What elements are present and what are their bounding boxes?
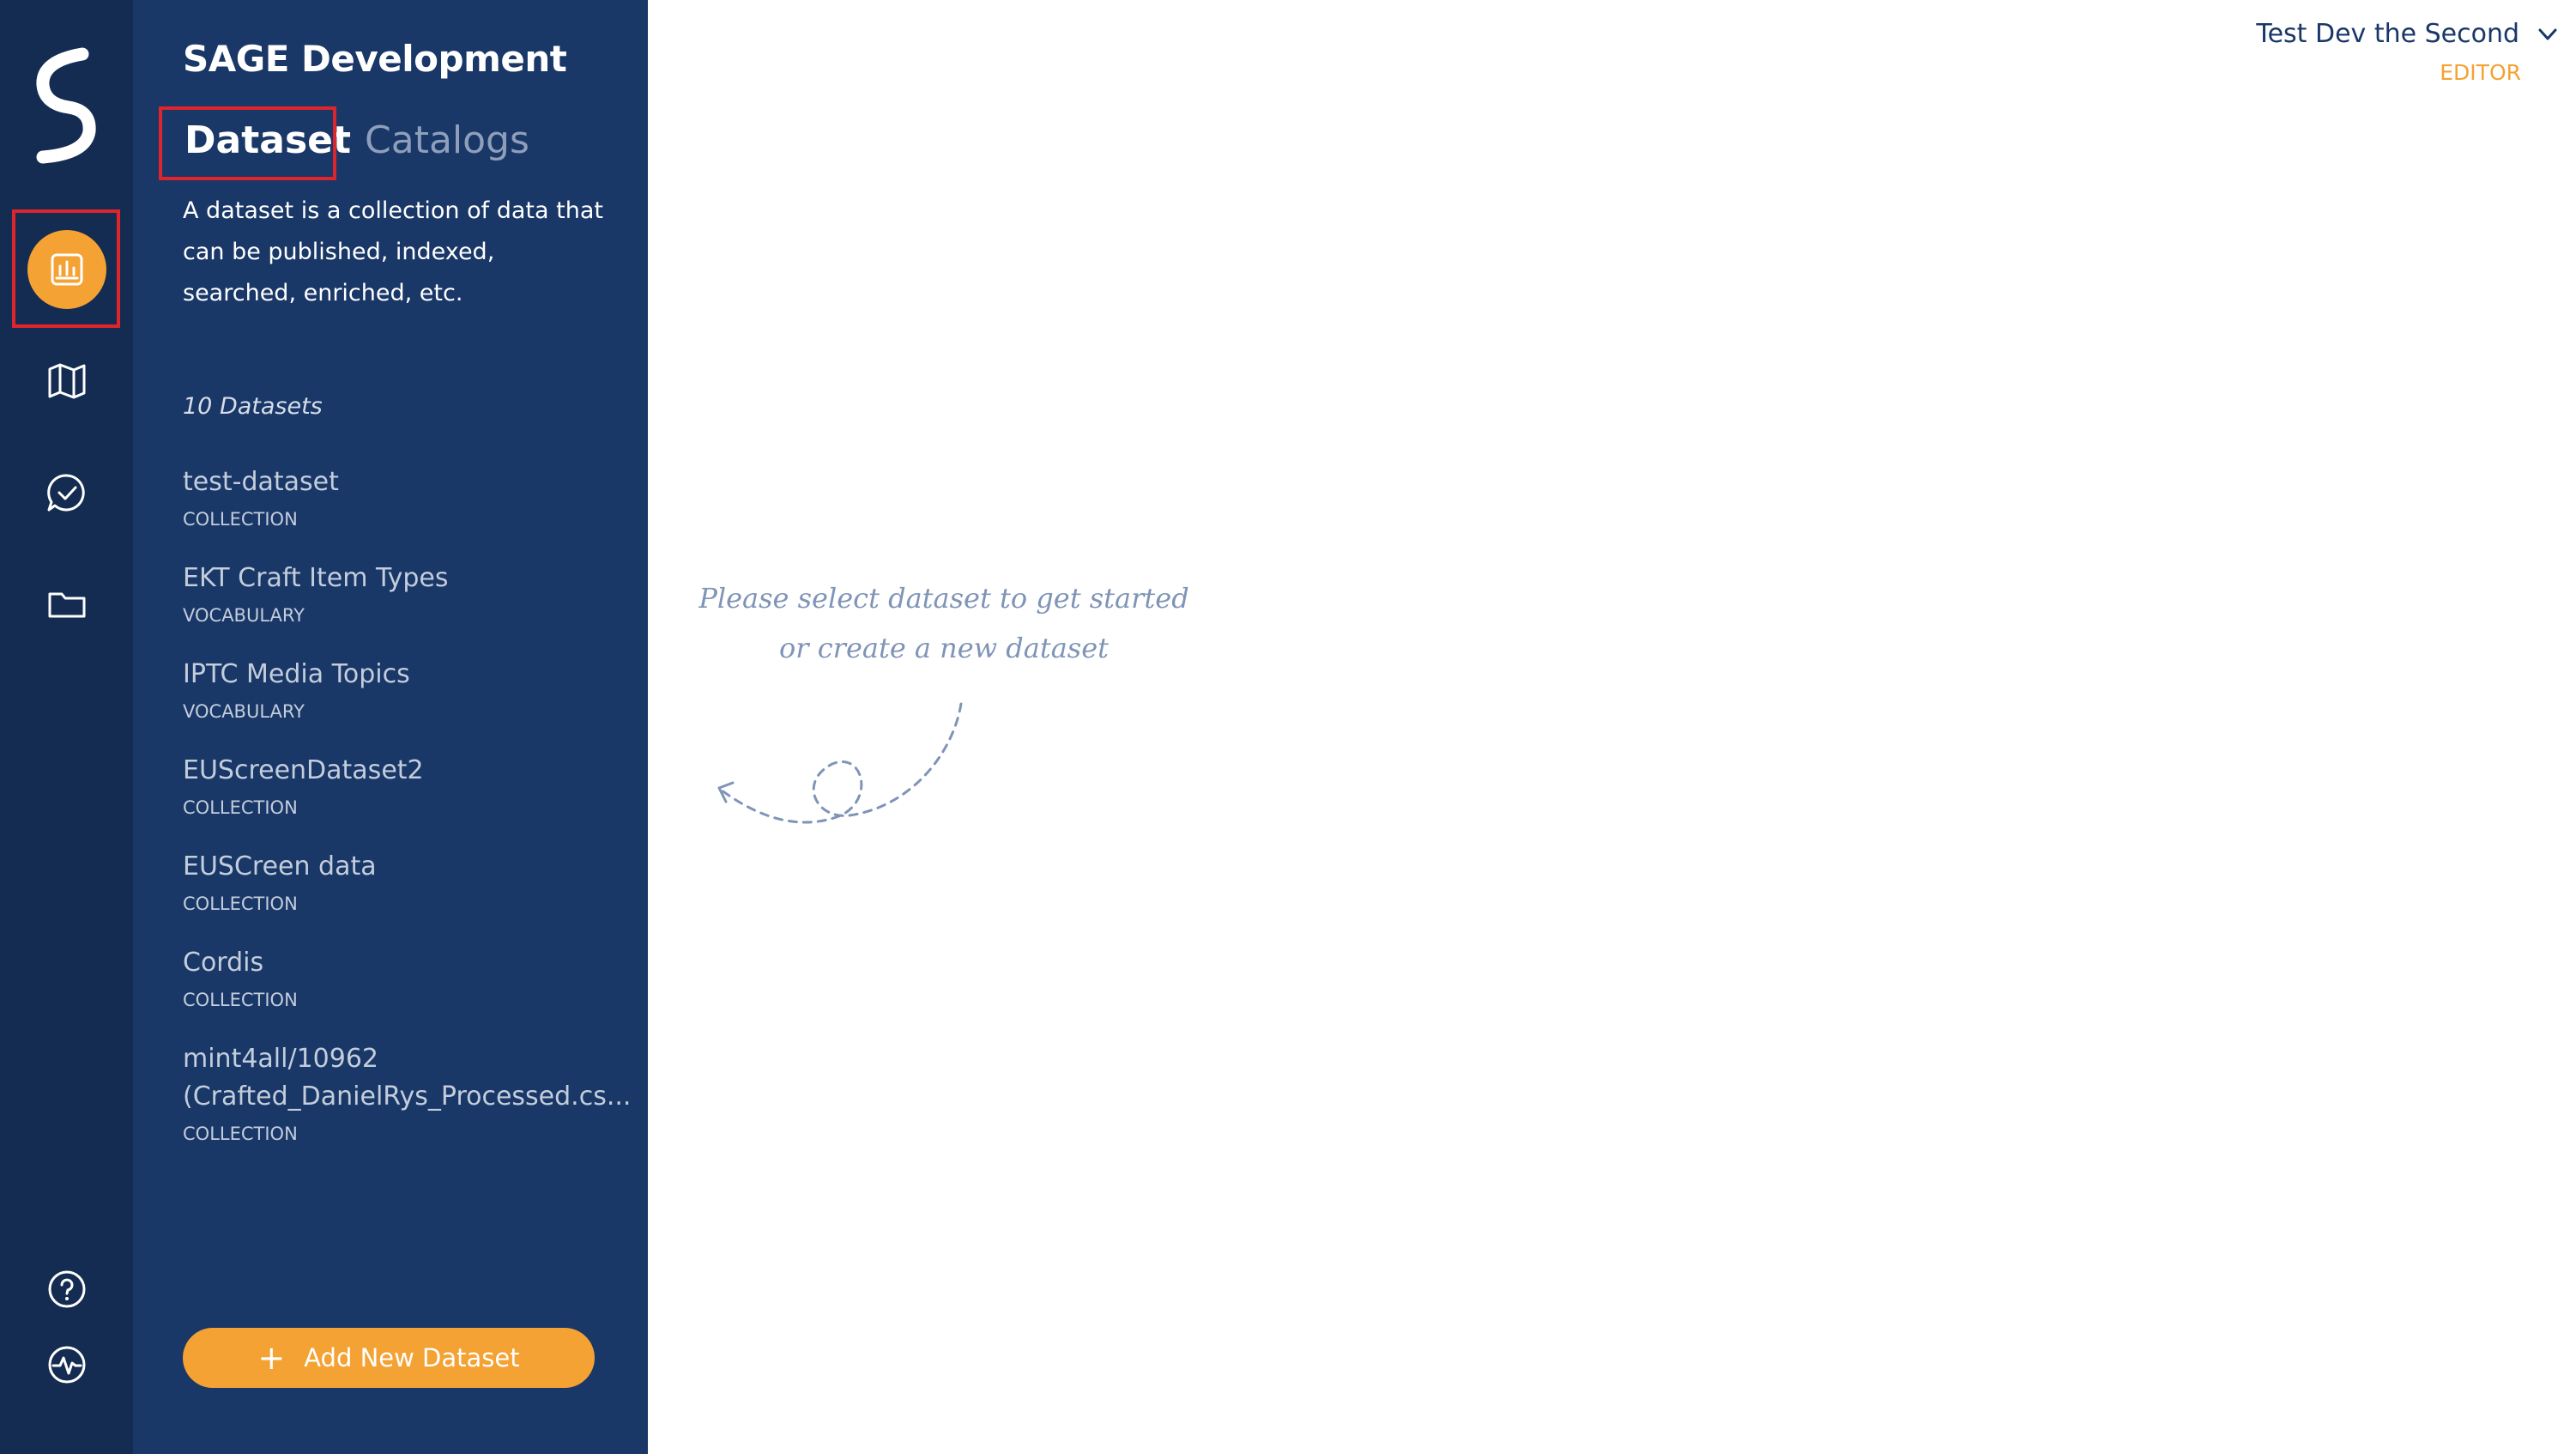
sage-logo-icon [36,47,96,164]
question-icon [48,1270,86,1308]
map-icon [48,363,86,399]
dataset-type: COLLECTION [183,1124,298,1144]
dataset-list: test-dataset COLLECTION EKT Craft Item T… [183,463,638,1174]
org-title: SAGE Development [183,38,567,80]
chevron-down-icon [2538,28,2557,39]
dataset-name: test-dataset [183,467,339,497]
empty-state-hint: Please select dataset to get started or … [698,582,1189,664]
dataset-name: mint4all/10962 (Crafted_DanielRys_Proces… [183,1044,632,1112]
panel-description: A dataset is a collection of data that c… [183,197,603,306]
dataset-item[interactable]: EUSCreen data COLLECTION [183,848,638,917]
add-new-dataset-label: Add New Dataset [304,1343,520,1372]
user-role-badge: EDITOR [2440,60,2521,85]
dataset-item[interactable]: EKT Craft Item Types VOCABULARY [183,560,638,628]
rail-highlight-box [12,209,120,328]
user-menu[interactable]: Test Dev the Second [2256,19,2559,49]
tab-highlight-box [159,106,336,180]
dataset-count: 10 Datasets [183,393,323,420]
rail-item-activity[interactable] [22,1320,112,1409]
check-chat-icon [47,474,85,512]
dataset-item[interactable]: Cordis COLLECTION [183,944,638,1013]
dataset-name: IPTC Media Topics [183,659,410,689]
dataset-name: EUScreenDataset2 [183,755,424,785]
dataset-name: EUSCreen data [183,851,377,881]
tab-catalogs[interactable]: Catalogs [365,115,529,167]
dashed-arrow-icon [717,702,963,824]
pulse-icon [48,1346,86,1384]
dataset-type: VOCABULARY [183,701,305,722]
dataset-name: Cordis [183,948,264,978]
dataset-item[interactable]: EUScreenDataset2 COLLECTION [183,752,638,821]
dataset-type: COLLECTION [183,894,298,914]
dataset-panel: SAGE Development Dataset Catalogs A data… [133,0,648,1454]
dataset-item[interactable]: test-dataset COLLECTION [183,463,638,532]
dataset-type: VOCABULARY [183,605,305,626]
dataset-type: COLLECTION [183,509,298,530]
icon-rail [0,0,133,1454]
rail-item-map[interactable] [22,336,112,426]
plus-icon: + [257,1339,286,1377]
dataset-type: COLLECTION [183,797,298,818]
folder-icon [48,592,86,618]
rail-item-folders[interactable] [22,560,112,649]
user-name: Test Dev the Second [2256,19,2519,49]
dataset-name: EKT Craft Item Types [183,563,449,593]
dataset-type: COLLECTION [183,990,298,1010]
dataset-item[interactable]: mint4all/10962 (Crafted_DanielRys_Proces… [183,1040,638,1147]
dataset-item[interactable]: IPTC Media Topics VOCABULARY [183,656,638,724]
add-new-dataset-button[interactable]: + Add New Dataset [183,1328,595,1388]
rail-item-tasks[interactable] [22,448,112,537]
